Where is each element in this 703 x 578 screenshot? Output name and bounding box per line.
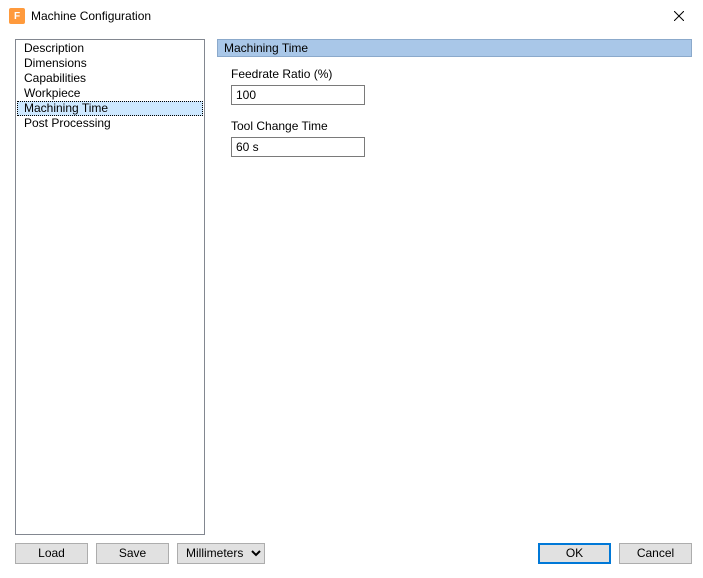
section-header: Machining Time (217, 39, 692, 57)
settings-form: Feedrate Ratio (%) Tool Change Time (217, 57, 692, 157)
load-button[interactable]: Load (15, 543, 88, 564)
nav-item-workpiece[interactable]: Workpiece (17, 86, 203, 101)
feedrate-ratio-label: Feedrate Ratio (%) (231, 67, 692, 81)
close-button[interactable] (656, 1, 702, 31)
save-button[interactable]: Save (96, 543, 169, 564)
nav-item-description[interactable]: Description (17, 41, 203, 56)
cancel-button[interactable]: Cancel (619, 543, 692, 564)
nav-item-dimensions[interactable]: Dimensions (17, 56, 203, 71)
titlebar: F Machine Configuration (1, 1, 702, 31)
category-list[interactable]: Description Dimensions Capabilities Work… (15, 39, 205, 535)
app-icon: F (9, 8, 25, 24)
tool-change-time-input[interactable] (231, 137, 365, 157)
ok-button[interactable]: OK (538, 543, 611, 564)
close-icon (674, 11, 684, 21)
machine-configuration-window: F Machine Configuration Description Dime… (0, 0, 703, 578)
window-title: Machine Configuration (31, 9, 656, 23)
tool-change-time-label: Tool Change Time (231, 119, 692, 133)
settings-panel: Machining Time Feedrate Ratio (%) Tool C… (217, 39, 692, 535)
dialog-body: Description Dimensions Capabilities Work… (1, 31, 702, 539)
units-select[interactable]: Millimeters (177, 543, 265, 564)
nav-item-machining-time[interactable]: Machining Time (17, 101, 203, 116)
dialog-footer: Load Save Millimeters OK Cancel (1, 539, 702, 577)
nav-item-post-processing[interactable]: Post Processing (17, 116, 203, 131)
nav-item-capabilities[interactable]: Capabilities (17, 71, 203, 86)
feedrate-ratio-input[interactable] (231, 85, 365, 105)
